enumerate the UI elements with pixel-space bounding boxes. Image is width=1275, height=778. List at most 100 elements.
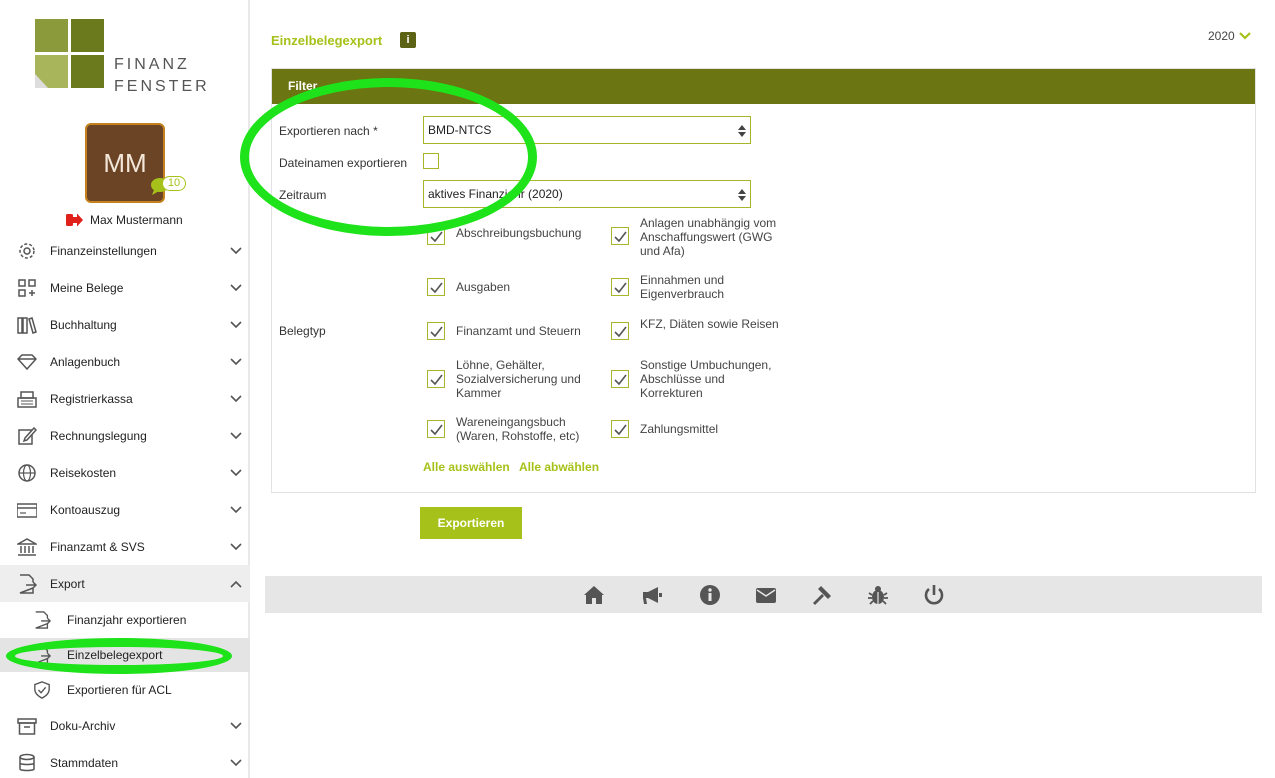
gavel-icon[interactable] <box>811 584 833 606</box>
export-to-value: BMD-NTCS <box>428 123 492 137</box>
file-export-icon <box>35 611 51 629</box>
home-icon[interactable] <box>583 584 605 606</box>
books-icon <box>17 316 37 334</box>
sidebar-item-finanzamt-svs[interactable]: Finanzamt & SVS <box>0 528 250 565</box>
sidebar-item-rechnungslegung[interactable]: Rechnungslegung <box>0 417 250 454</box>
select-arrows-icon <box>738 125 746 137</box>
filter-header: Filter <box>272 69 1255 104</box>
sidebar-subitem-label: Finanzjahr exportieren <box>67 613 187 627</box>
belegtyp-label: Einnahmen und Eigenverbrauch <box>640 273 725 301</box>
checkmark-icon <box>614 282 627 294</box>
filenames-label: Dateinamen exportieren <box>279 156 408 170</box>
sidebar-item-label: Finanzeinstellungen <box>50 243 157 258</box>
belegtyp-label: Anlagen unabhängig vom Anschaffungswert … <box>640 216 777 258</box>
belegtyp-checkbox[interactable] <box>611 420 629 438</box>
power-icon[interactable] <box>923 584 945 606</box>
sidebar-item-label: Finanzamt & SVS <box>50 539 145 554</box>
sidebar-item-registrierkassa[interactable]: Registrierkassa <box>0 380 250 417</box>
database-icon <box>19 753 35 771</box>
belegtyp-label: Belegtyp <box>279 324 326 338</box>
period-select[interactable]: aktives Finanzjahr (2020) <box>423 180 751 208</box>
select-all-link[interactable]: Alle auswählen <box>423 460 510 474</box>
info-icon[interactable] <box>699 584 721 606</box>
belegtyp-checkbox[interactable] <box>611 370 629 388</box>
avatar-initials: MM <box>103 147 147 178</box>
bank-icon <box>17 537 37 556</box>
bug-icon[interactable] <box>867 584 889 606</box>
chevron-down-icon <box>230 357 242 365</box>
info-icon[interactable]: i <box>400 32 416 48</box>
sidebar-item-label: Kontoauszug <box>50 502 121 517</box>
period-label: Zeitraum <box>279 188 327 202</box>
sidebar-item-label: Meine Belege <box>50 280 124 295</box>
belegtyp-label: Zahlungsmittel <box>640 422 719 436</box>
belegtyp-checkbox[interactable] <box>611 278 629 296</box>
diamond-icon <box>17 353 37 370</box>
sidebar-subitem-finanzjahr-exportieren[interactable]: Finanzjahr exportieren <box>0 603 250 637</box>
year-value: 2020 <box>1208 29 1235 43</box>
checkmark-icon <box>430 424 443 436</box>
sidebar-item-label: Export <box>50 576 85 591</box>
chevron-down-icon <box>230 394 242 402</box>
mail-icon[interactable] <box>755 584 777 606</box>
sidebar-subitem-exportieren-fuer-acl[interactable]: Exportieren für ACL <box>0 673 250 707</box>
sidebar-item-stammdaten[interactable]: Stammdaten <box>0 744 250 778</box>
sidebar-item-anlagenbuch[interactable]: Anlagenbuch <box>0 343 250 380</box>
deselect-all-link[interactable]: Alle abwählen <box>519 460 599 474</box>
file-export-icon <box>35 646 51 664</box>
sidebar-item-kontoauszug[interactable]: Kontoauszug <box>0 491 250 528</box>
sidebar-item-label: Registrierkassa <box>50 391 133 406</box>
belegtyp-checkbox[interactable] <box>611 322 629 340</box>
svg-text:FINANZ: FINANZ <box>114 56 190 73</box>
gear-icon <box>19 242 35 259</box>
sidebar-item-doku-archiv[interactable]: Doku-Archiv <box>0 707 250 744</box>
logout-icon[interactable] <box>66 213 84 227</box>
belegtyp-label: Sonstige Umbuchungen, Abschlüsse und Kor… <box>640 358 772 400</box>
globe-icon <box>18 463 36 482</box>
megaphone-icon[interactable] <box>641 584 663 606</box>
checkmark-icon <box>614 231 627 243</box>
period-value: aktives Finanzjahr (2020) <box>428 187 563 201</box>
sidebar-subitem-einzelbelegexport[interactable]: Einzelbelegexport <box>0 638 250 672</box>
sidebar-item-export[interactable]: Export <box>0 565 250 602</box>
export-button[interactable]: Exportieren <box>420 507 522 539</box>
belegtyp-checkbox[interactable] <box>427 227 445 245</box>
belegtyp-label: KFZ, Diäten sowie Reisen <box>640 317 779 331</box>
checkmark-icon <box>430 282 443 294</box>
export-to-label: Exportieren nach * <box>279 124 378 138</box>
year-select[interactable]: 2020 <box>1208 29 1251 43</box>
belegtyp-checkbox[interactable] <box>427 278 445 296</box>
sidebar-item-reisekosten[interactable]: Reisekosten <box>0 454 250 491</box>
page-title: Einzelbelegexport <box>271 33 383 48</box>
belegtyp-checkbox[interactable] <box>427 370 445 388</box>
belegtyp-label: Finanzamt und Steuern <box>456 324 581 338</box>
sidebar-item-finanzeinstellungen[interactable]: Finanzeinstellungen <box>0 232 250 269</box>
filenames-checkbox[interactable] <box>423 153 439 169</box>
belegtyp-checkbox[interactable] <box>611 227 629 245</box>
checkmark-icon <box>614 326 627 338</box>
belegtyp-checkbox[interactable] <box>427 420 445 438</box>
finanzfenster-logo[interactable]: FINANZ FENSTER <box>34 18 214 96</box>
sidebar-item-meine-belege[interactable]: Meine Belege <box>0 269 250 306</box>
message-count-badge[interactable]: 10 <box>162 176 186 191</box>
belegtyp-label: Abschreibungsbuchung <box>456 226 582 240</box>
user-name: Max Mustermann <box>90 213 183 227</box>
user-line: Max Mustermann <box>66 213 183 227</box>
chevron-down-icon <box>230 542 242 550</box>
export-to-select[interactable]: BMD-NTCS <box>423 116 751 144</box>
sidebar-item-label: Rechnungslegung <box>50 428 147 443</box>
belegtyp-checkbox[interactable] <box>427 322 445 340</box>
shield-check-icon <box>34 681 50 699</box>
chevron-down-icon <box>1238 32 1251 40</box>
sidebar-item-label: Reisekosten <box>50 465 117 480</box>
chevron-down-icon <box>230 283 242 291</box>
footer-bar <box>265 576 1262 613</box>
checkmark-icon <box>614 424 627 436</box>
edit-icon <box>18 426 37 445</box>
cash-register-icon <box>17 390 37 408</box>
sidebar-item-buchhaltung[interactable]: Buchhaltung <box>0 306 250 343</box>
belegtyp-label: Löhne, Gehälter, Sozialversicherung und … <box>456 358 581 400</box>
chevron-up-icon <box>230 580 242 588</box>
checkmark-icon <box>430 326 443 338</box>
svg-text:FENSTER: FENSTER <box>114 78 210 95</box>
